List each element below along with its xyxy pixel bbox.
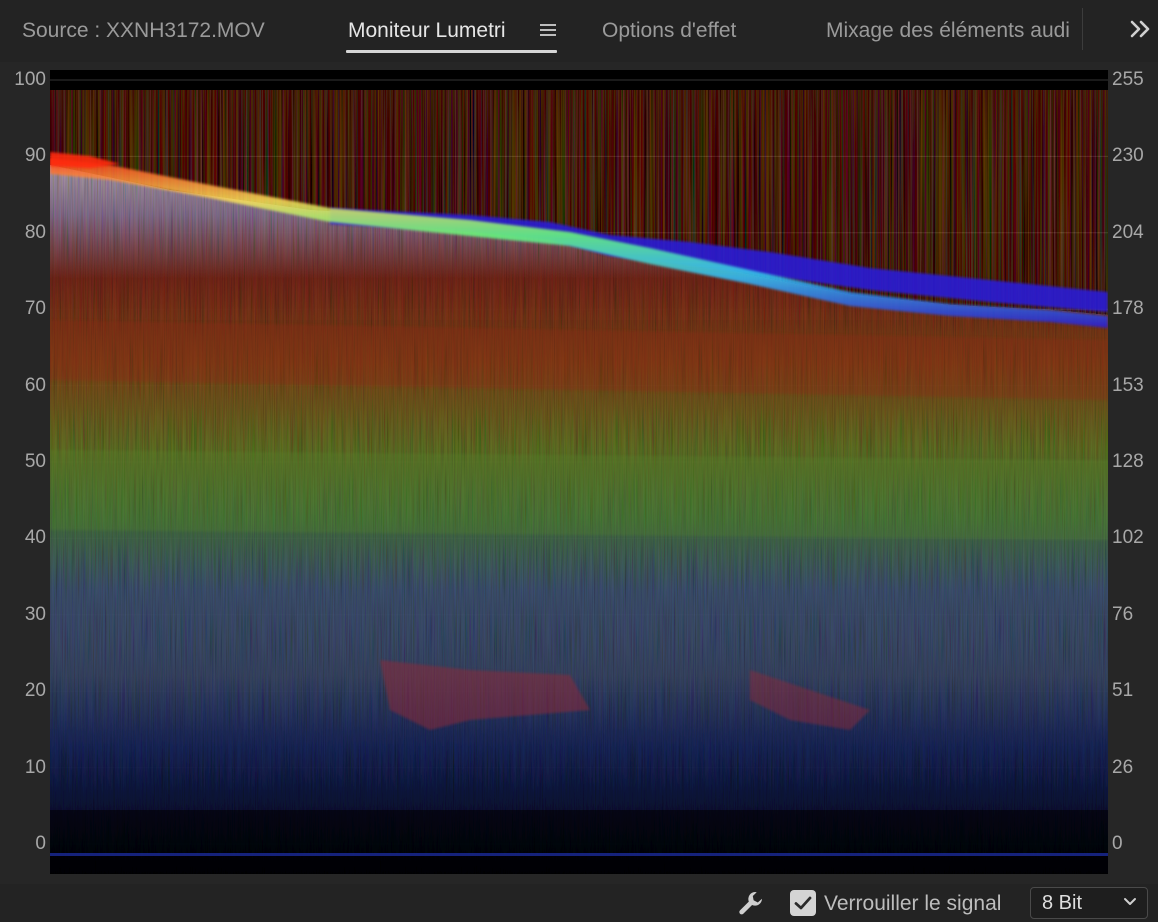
double-chevron-right-icon[interactable] [1129,18,1153,40]
scale-tick-right: 102 [1112,527,1144,549]
scale-tick-left: 80 [24,221,46,243]
scale-tick-right: 51 [1112,680,1134,702]
scale-tick-left: 50 [24,451,46,472]
lock-signal-label: Verrouiller le signal [824,892,1002,915]
scale-tick-left: 0 [35,833,46,854]
checkmark-icon [794,896,812,910]
scope-toolbar: Verrouiller le signal 8 Bit [0,884,1158,922]
tab-source[interactable]: Source : XXNH3172.MOV [22,16,265,46]
scale-tick-right: 178 [1112,298,1144,320]
tab-effect-controls[interactable]: Options d'effet [602,16,736,46]
bit-depth-value: 8 Bit [1042,892,1083,914]
scale-tick-right: 0 [1112,833,1123,854]
scale-tick-right: 255 [1112,69,1144,90]
lock-signal-checkbox[interactable] [790,890,816,916]
scale-tick-left: 40 [24,527,46,549]
scale-tick-right: 26 [1112,756,1134,778]
scale-tick-left: 60 [24,374,46,396]
bit-depth-select[interactable]: 8 Bit [1030,887,1148,919]
scale-tick-left: 100 [14,69,46,90]
scale-tick-left: 10 [24,756,46,778]
scale-tick-left: 20 [24,680,46,702]
wrench-icon[interactable] [736,888,766,918]
lumetri-scopes-panel: Source : XXNH3172.MOV Moniteur Lumetri O… [0,0,1158,922]
scale-tick-left: 90 [24,145,46,167]
scale-tick-right: 76 [1112,603,1134,625]
waveform-graphic [50,79,1108,874]
panel-tab-bar: Source : XXNH3172.MOV Moniteur Lumetri O… [0,0,1158,62]
waveform-plot [50,70,1108,874]
waveform-scope: 100 90 80 70 60 50 40 30 20 10 0 255 230 204 178 153 12… [0,62,1158,884]
scale-tick-left: 30 [24,603,46,625]
tab-audio-mixer[interactable]: Mixage des éléments audi [826,16,1080,46]
tab-lumetri-scopes[interactable]: Moniteur Lumetri [348,16,506,46]
tab-divider [1082,8,1083,50]
scale-tick-right: 204 [1112,221,1144,243]
scale-tick-right: 230 [1112,145,1144,167]
chevron-down-icon [1124,898,1136,905]
scale-tick-left: 70 [24,298,46,320]
hamburger-menu-icon[interactable] [540,23,556,37]
scale-tick-right: 153 [1112,374,1144,396]
scale-tick-right: 128 [1112,451,1144,472]
active-tab-indicator [346,50,557,53]
